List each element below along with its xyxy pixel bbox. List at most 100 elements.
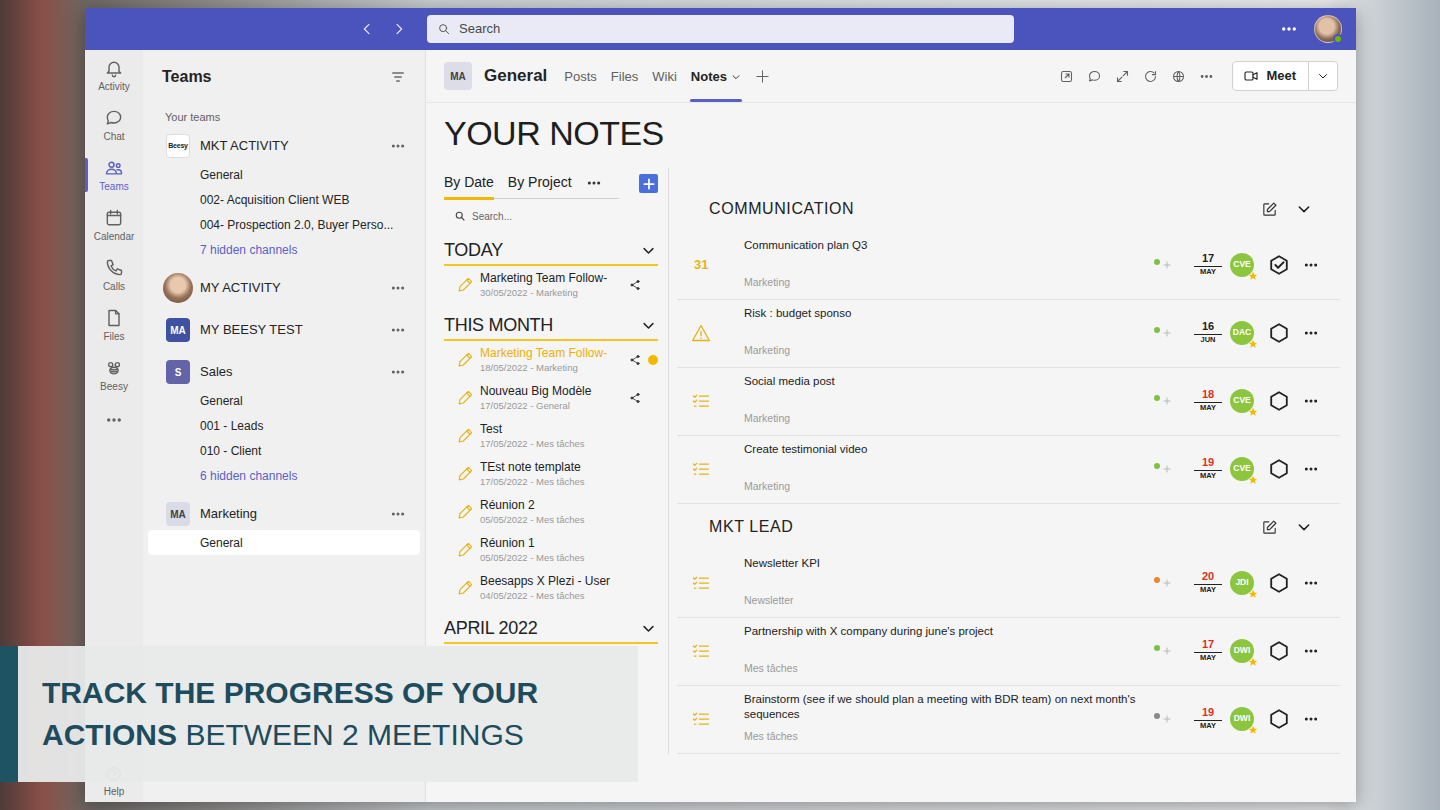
note-item[interactable]: Test17/05/2022 - Mes tâches <box>444 417 658 455</box>
channel-tab[interactable]: Wiki <box>651 50 678 102</box>
notes-search[interactable] <box>444 203 658 229</box>
assignee-avatar[interactable]: DWI <box>1230 707 1254 731</box>
assignee-avatar[interactable]: DAC <box>1230 321 1254 345</box>
team-more-icon[interactable] <box>390 138 406 154</box>
rail-item[interactable]: Files <box>85 300 143 350</box>
team-more-icon[interactable] <box>390 506 406 522</box>
more-apps[interactable] <box>85 400 143 440</box>
note-item[interactable]: Beesapps X Plezi - User04/05/2022 - Mes … <box>444 569 658 607</box>
rail-item[interactable]: Teams <box>85 150 143 200</box>
due-date[interactable]: 17MAY <box>1194 638 1222 663</box>
row-more-icon[interactable] <box>1302 257 1320 273</box>
channel-item[interactable]: 004- Prospection 2.0, Buyer Perso... <box>148 212 420 237</box>
rail-item[interactable]: Chat <box>85 100 143 150</box>
notes-tab[interactable]: By Date <box>444 168 494 198</box>
row-more-icon[interactable] <box>1302 461 1320 477</box>
edit-icon[interactable] <box>1261 519 1278 536</box>
section-header[interactable]: THIS MONTH <box>444 312 658 341</box>
tab-dropdown-icon[interactable] <box>731 72 741 82</box>
note-item[interactable]: TEst note template17/05/2022 - Mes tâche… <box>444 455 658 493</box>
note-item[interactable]: Réunion 205/05/2022 - Mes tâches <box>444 493 658 531</box>
share-icon[interactable] <box>626 392 644 404</box>
hidden-channels-link[interactable]: 7 hidden channels <box>148 237 420 262</box>
more-actions-icon[interactable] <box>1199 69 1214 84</box>
action-row[interactable]: 31Communication plan Q3Marketing17MAYCVE <box>677 232 1340 300</box>
channel-tab[interactable]: Files <box>610 50 639 102</box>
assignee-avatar[interactable]: JDI <box>1230 571 1254 595</box>
search-box[interactable] <box>427 15 1014 43</box>
channel-item[interactable]: 002- Acquisition Client WEB <box>148 187 420 212</box>
due-date[interactable]: 17MAY <box>1194 252 1222 277</box>
meet-button[interactable]: Meet <box>1232 61 1338 91</box>
progress-status[interactable] <box>1154 577 1176 589</box>
row-more-icon[interactable] <box>1302 711 1320 727</box>
section-header[interactable]: APRIL 2022 <box>444 615 658 644</box>
more-options-icon[interactable] <box>1280 20 1298 38</box>
user-avatar[interactable] <box>1314 15 1342 43</box>
section-header[interactable]: TODAY <box>444 237 658 266</box>
assignee-avatar[interactable]: CVE <box>1230 389 1254 413</box>
team-more-icon[interactable] <box>390 322 406 338</box>
channel-item[interactable]: 001 - Leads <box>148 413 420 438</box>
notes-tab[interactable]: By Project <box>508 168 572 198</box>
action-row[interactable]: Brainstorm (see if we should plan a meet… <box>677 686 1340 754</box>
hexagon-icon[interactable] <box>1268 572 1290 594</box>
team-row[interactable]: MAMY BEESY TEST <box>148 314 420 346</box>
add-note-icon[interactable] <box>639 174 658 193</box>
hexagon-icon[interactable] <box>1268 458 1290 480</box>
refresh-icon[interactable] <box>1143 69 1158 84</box>
team-row[interactable]: BeesyMKT ACTIVITY <box>148 130 420 162</box>
filter-icon[interactable] <box>390 69 406 85</box>
chevron-down-icon[interactable] <box>1296 201 1314 217</box>
due-date[interactable]: 19MAY <box>1194 706 1222 731</box>
assignee-avatar[interactable]: DWI <box>1230 639 1254 663</box>
hexagon-icon[interactable] <box>1268 390 1290 412</box>
row-more-icon[interactable] <box>1302 325 1320 341</box>
channel-tab[interactable]: Posts <box>563 50 598 102</box>
progress-status[interactable] <box>1154 259 1176 271</box>
note-item[interactable]: Marketing Team Follow-30/05/2022 - Marke… <box>444 266 658 304</box>
forward-arrow-icon[interactable] <box>391 21 407 37</box>
row-more-icon[interactable] <box>1302 643 1320 659</box>
hexagon-icon[interactable] <box>1268 708 1290 730</box>
progress-status[interactable] <box>1154 463 1176 475</box>
action-row[interactable]: Social media postMarketing18MAYCVE <box>677 368 1340 436</box>
progress-status[interactable] <box>1154 713 1176 725</box>
action-row[interactable]: Create testimonial videoMarketing19MAYCV… <box>677 436 1340 504</box>
channel-tab[interactable]: Notes <box>690 50 742 102</box>
meet-dropdown[interactable] <box>1309 62 1337 90</box>
team-more-icon[interactable] <box>390 280 406 296</box>
channel-item[interactable]: General <box>148 388 420 413</box>
chevron-down-icon[interactable] <box>641 243 658 258</box>
chevron-down-icon[interactable] <box>1296 519 1314 535</box>
add-tab-icon[interactable] <box>754 68 771 85</box>
progress-status[interactable] <box>1154 645 1176 657</box>
action-row[interactable]: Partnership with X company during june's… <box>677 618 1340 686</box>
rail-item[interactable]: Beesy <box>85 350 143 400</box>
assignee-avatar[interactable]: CVE <box>1230 253 1254 277</box>
search-input[interactable] <box>459 19 1004 39</box>
row-more-icon[interactable] <box>1302 393 1320 409</box>
due-date[interactable]: 20MAY <box>1194 570 1222 595</box>
progress-status[interactable] <box>1154 327 1176 339</box>
chevron-down-icon[interactable] <box>641 621 658 636</box>
meet-now[interactable]: Meet <box>1233 62 1308 90</box>
team-more-icon[interactable] <box>390 364 406 380</box>
note-item[interactable]: Réunion 105/05/2022 - Mes tâches <box>444 531 658 569</box>
share-icon[interactable] <box>626 354 644 366</box>
action-row[interactable]: Newsletter KPINewsletter20MAYJDI <box>677 550 1340 618</box>
note-item[interactable]: Nouveau Big Modèle17/05/2022 - General <box>444 379 658 417</box>
hexagon-icon[interactable] <box>1268 322 1290 344</box>
share-icon[interactable] <box>626 279 644 291</box>
rail-item[interactable]: Calendar <box>85 200 143 250</box>
assignee-avatar[interactable]: CVE <box>1230 457 1254 481</box>
edit-icon[interactable] <box>1261 201 1278 218</box>
channel-item[interactable]: General <box>148 162 420 187</box>
team-row[interactable]: SSales <box>148 356 420 388</box>
row-more-icon[interactable] <box>1302 575 1320 591</box>
hexagon-check-icon[interactable] <box>1268 254 1290 276</box>
hidden-channels-link[interactable]: 6 hidden channels <box>148 463 420 488</box>
chevron-down-icon[interactable] <box>641 318 658 333</box>
due-date[interactable]: 16JUN <box>1194 320 1222 345</box>
team-row[interactable]: MY ACTIVITY <box>148 272 420 304</box>
